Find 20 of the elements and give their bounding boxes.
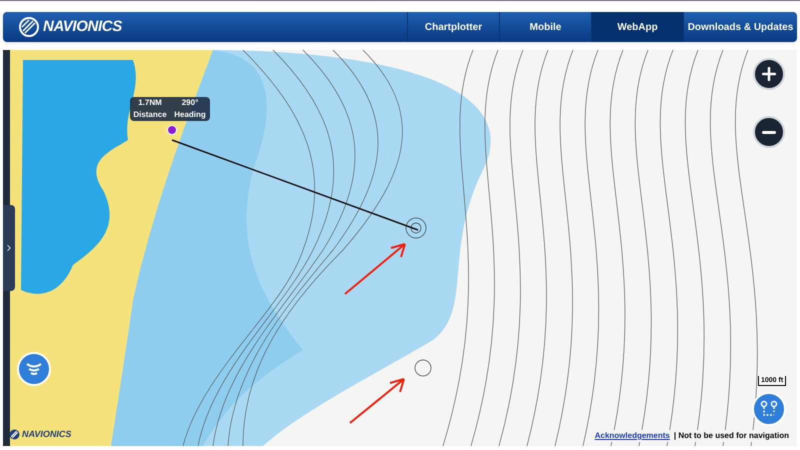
nav-tab[interactable]: WebApp (591, 12, 683, 42)
distance-value: 1.7NM (137, 97, 163, 109)
disclaimer-text: | Not to be used for navigation (674, 430, 789, 442)
arrow-icon (348, 375, 408, 425)
acknowledgements-link[interactable]: Acknowledgements (594, 430, 670, 442)
plus-icon (759, 64, 779, 84)
logo-wordmark[interactable]: NAVIONICS (43, 16, 122, 38)
nav-tab[interactable]: Downloads & Updates (683, 12, 797, 42)
heading-value: 290° (180, 97, 200, 109)
logo-wordmark: NAVIONICS (22, 428, 72, 441)
logo-icon (19, 17, 39, 37)
minus-icon (762, 130, 776, 134)
side-panel-handle[interactable] (3, 205, 15, 291)
nav-tab[interactable]: Chartplotter (407, 12, 499, 42)
distance-label: Distance (132, 109, 168, 121)
route-icon (760, 400, 778, 418)
arrow-icon (343, 240, 409, 296)
logo-icon (9, 429, 20, 440)
waves-icon (25, 362, 43, 376)
heading-label: Heading (173, 109, 207, 121)
